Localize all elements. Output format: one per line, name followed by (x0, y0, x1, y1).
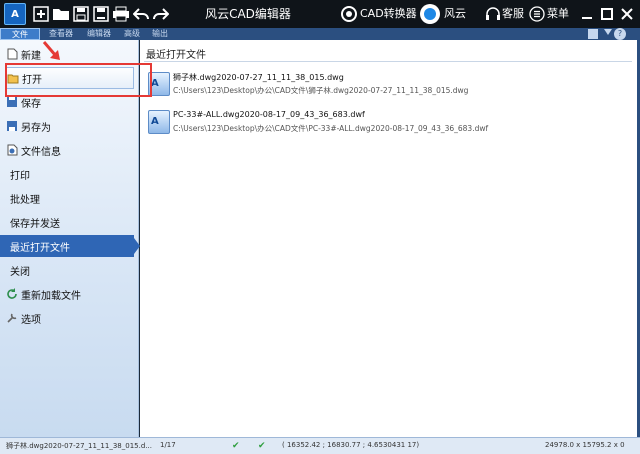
backstage-item-recent[interactable]: 最近打开文件 (0, 235, 140, 257)
backstage-item-print[interactable]: 打印 (6, 163, 134, 185)
close-icon[interactable] (618, 5, 636, 23)
page-title: 最近打开文件 (146, 50, 206, 61)
status-coords: ( 16352.42 ; 16830.77 ; 4.6530431 17) (282, 441, 420, 449)
tab-output[interactable]: 输出 (148, 28, 172, 40)
fengyun-icon[interactable] (420, 4, 440, 24)
save-as-icon (6, 120, 18, 132)
pointer-arrow-icon (42, 41, 60, 60)
ribbon-tabs: 文件 查看器 编辑器 高级 输出 ? (0, 28, 640, 40)
backstage-item-label: 文件信息 (21, 146, 61, 158)
backstage-item-label: 最近打开文件 (10, 242, 70, 254)
maximize-icon[interactable] (598, 5, 616, 23)
tab-viewer[interactable]: 查看器 (44, 28, 78, 40)
help-icon[interactable]: ? (614, 28, 626, 40)
divider (144, 61, 632, 62)
app-window: A 风云CAD编辑器 CAD转换器 风云 客服 菜单 文件 查看器 编辑器 高级… (0, 0, 640, 454)
minimize-icon[interactable] (578, 5, 596, 23)
backstage-item-save-as[interactable]: 另存为 (6, 115, 134, 137)
snap-check-icon[interactable]: ✔ (232, 441, 240, 451)
headset-icon[interactable] (484, 5, 502, 23)
ribbon-settings-icon[interactable] (588, 29, 598, 39)
print-icon[interactable] (112, 5, 130, 23)
cad-converter-icon[interactable] (341, 6, 357, 22)
status-file: 狮子林.dwg2020-07-27_11_11_38_015.d... (6, 442, 152, 450)
reload-icon (6, 288, 18, 300)
backstage-item-batch[interactable]: 批处理 (6, 187, 134, 209)
recent-file-path: C:\Users\123\Desktop\办公\CAD文件\PC-33#-ALL… (173, 124, 489, 133)
backstage-menu: 新建 打开 保存 另存为 文件信息 打印 批处理 保存并发送 最近打开文件 关闭… (0, 40, 140, 437)
status-bar: 狮子林.dwg2020-07-27_11_11_38_015.d... 1/17… (0, 437, 640, 454)
recent-files-panel: 最近打开文件 A 狮子林.dwg2020-07-27_11_11_38_015.… (140, 40, 637, 437)
recent-file-name: 狮子林.dwg2020-07-27_11_11_38_015.dwg (173, 73, 344, 82)
window-title: 风云CAD编辑器 (205, 7, 291, 21)
recent-file-name: PC-33#-ALL.dwg2020-08-17_09_43_36_683.dw… (173, 110, 365, 119)
undo-icon[interactable] (132, 5, 150, 23)
tab-file[interactable]: 文件 (0, 28, 40, 40)
menu-link[interactable]: 菜单 (547, 0, 569, 28)
status-size: 24978.0 x 15795.2 x 0 (545, 441, 625, 449)
title-bar: A 风云CAD编辑器 CAD转换器 风云 客服 菜单 (0, 0, 640, 28)
fengyun-link[interactable]: 风云 (444, 0, 466, 28)
backstage-item-file-info[interactable]: 文件信息 (6, 139, 134, 161)
backstage-item-new[interactable]: 新建 (6, 43, 134, 65)
file-info-icon (6, 144, 18, 156)
backstage-item-label: 打印 (10, 170, 30, 182)
backstage-item-label: 保存并发送 (10, 218, 60, 230)
save-icon[interactable] (72, 5, 90, 23)
cad-converter-link[interactable]: CAD转换器 (360, 0, 417, 28)
backstage-item-label: 新建 (21, 50, 41, 62)
new-file-icon (6, 48, 18, 60)
ribbon-arrow-icon[interactable] (604, 29, 612, 35)
menu-icon[interactable] (528, 5, 546, 23)
ortho-check-icon[interactable]: ✔ (258, 441, 266, 451)
backstage-item-label: 批处理 (10, 194, 40, 206)
backstage-item-label: 选项 (21, 314, 41, 326)
redo-icon[interactable] (152, 5, 170, 23)
backstage-item-close[interactable]: 关闭 (6, 259, 134, 281)
app-logo-icon[interactable]: A (4, 3, 26, 25)
new-icon[interactable] (32, 5, 50, 23)
highlight-box (5, 63, 152, 97)
backstage-item-reload[interactable]: 重新加载文件 (6, 283, 134, 305)
tab-advanced[interactable]: 高级 (120, 28, 144, 40)
backstage-item-save-send[interactable]: 保存并发送 (6, 211, 134, 233)
backstage-item-label: 重新加载文件 (21, 290, 81, 302)
open-icon[interactable] (52, 5, 70, 23)
recent-file-item[interactable]: A PC-33#-ALL.dwg2020-08-17_09_43_36_683.… (146, 108, 626, 142)
tab-editor[interactable]: 编辑器 (82, 28, 116, 40)
backstage-item-label: 另存为 (21, 122, 51, 134)
save-all-icon[interactable] (92, 5, 110, 23)
status-page: 1/17 (160, 441, 176, 449)
backstage-item-options[interactable]: 选项 (6, 307, 134, 329)
recent-file-path: C:\Users\123\Desktop\办公\CAD文件\狮子林.dwg202… (173, 86, 469, 95)
recent-file-item[interactable]: A 狮子林.dwg2020-07-27_11_11_38_015.dwg C:\… (146, 70, 626, 104)
options-icon (6, 312, 18, 324)
customer-service-link[interactable]: 客服 (502, 0, 524, 28)
cad-file-icon: A (148, 110, 170, 134)
save-icon (6, 96, 18, 108)
backstage-item-label: 关闭 (10, 266, 30, 278)
